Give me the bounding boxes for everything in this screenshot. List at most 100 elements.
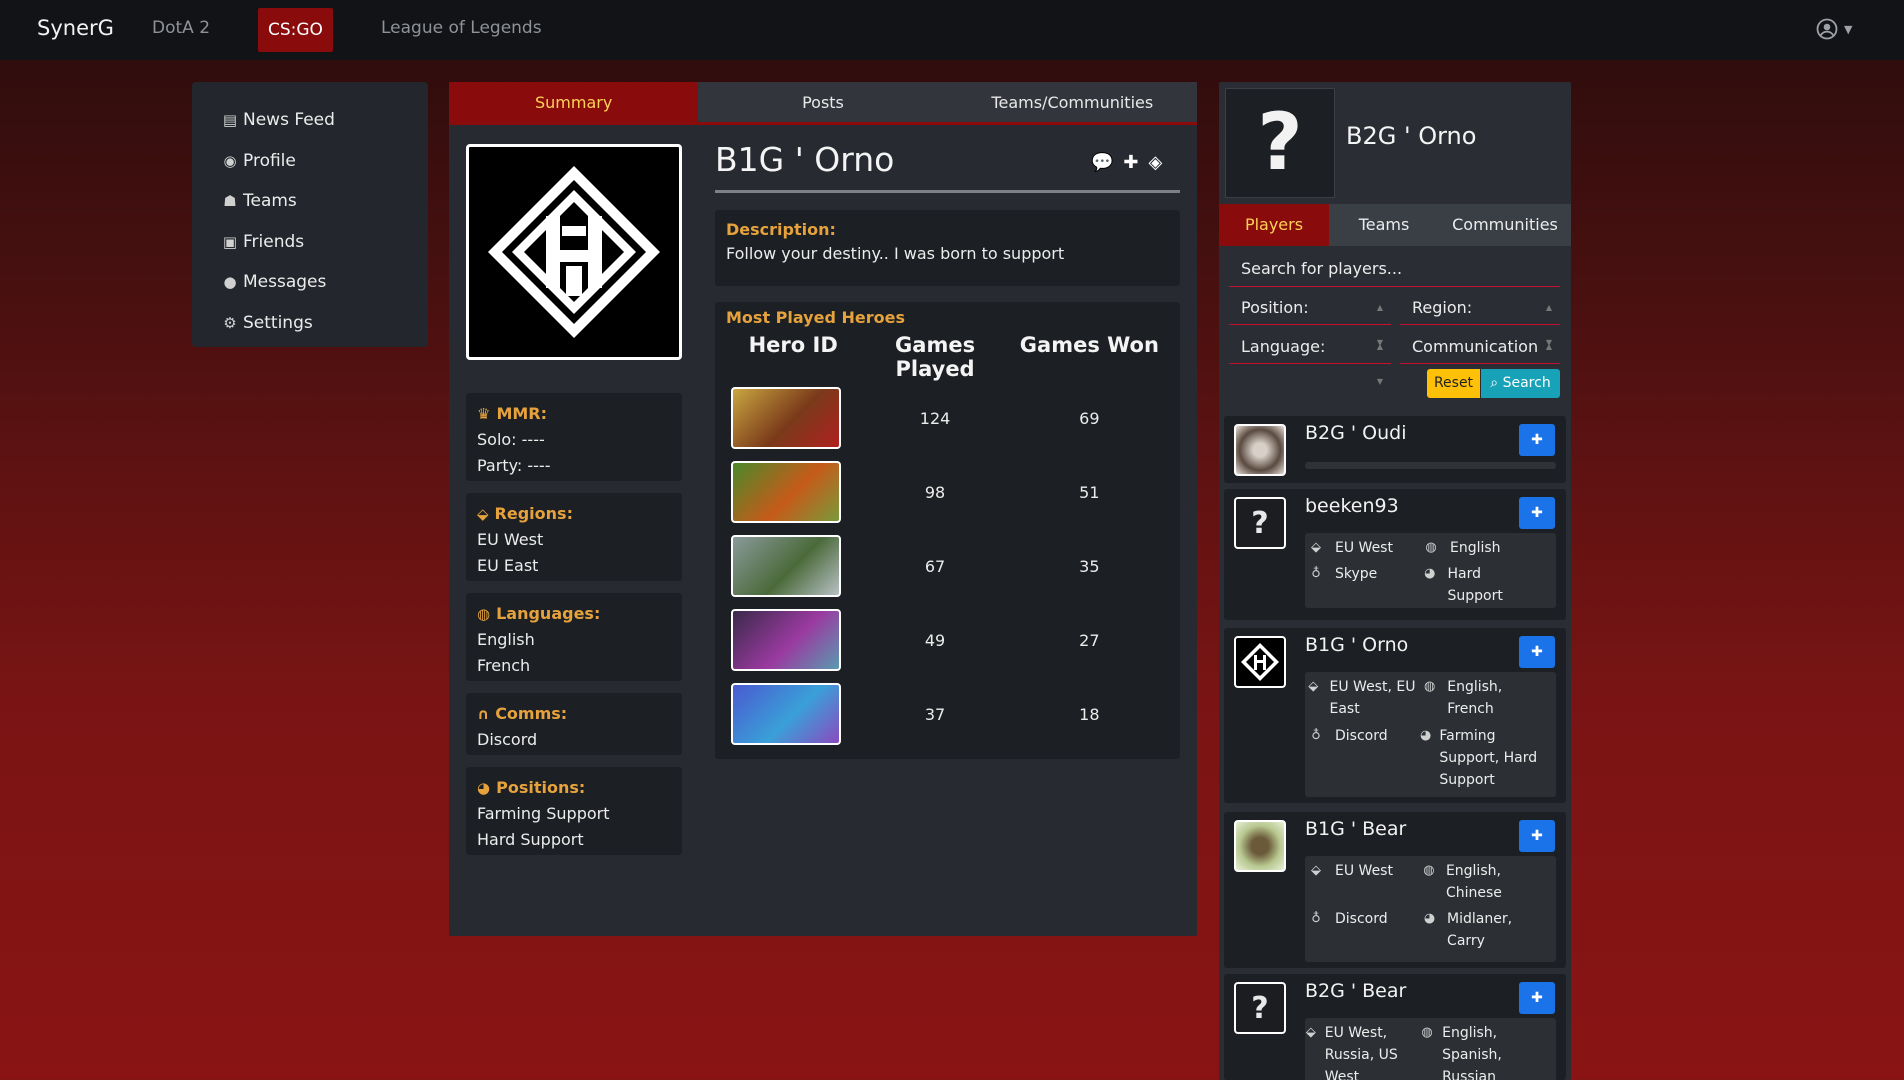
player-card[interactable]: B1G ' Orno ✚ ⬙ EU West, EU East ◍ English,… xyxy=(1224,628,1566,803)
nav-link-csgo[interactable]: CS:GO xyxy=(258,8,333,52)
most-played-heroes-card: Most Played Heroes Hero ID Games Played … xyxy=(715,302,1180,759)
select-arrow-icon: ▲▼ xyxy=(1376,342,1383,386)
add-friend-icon[interactable]: ✚ xyxy=(1123,152,1138,173)
add-friend-button[interactable]: ✚ xyxy=(1519,982,1555,1014)
globe-icon: ◍ xyxy=(1425,540,1437,555)
search-input[interactable]: Search for players... xyxy=(1229,250,1560,287)
microphone-icon: ♁ xyxy=(1311,728,1321,743)
sidebar-item-profile[interactable]: ◉ Profile xyxy=(220,141,428,182)
users-icon: ☗ xyxy=(223,192,237,211)
page-title: B1G ' Orno xyxy=(715,140,895,179)
player-name: beeken93 xyxy=(1305,495,1399,517)
region-item: EU West xyxy=(477,530,544,549)
hero-portrait xyxy=(731,535,841,597)
user-circle-icon: ◉ xyxy=(223,151,237,170)
sidebar-item-teams[interactable]: ☗ Teams xyxy=(220,181,428,222)
player-name: B2G ' Bear xyxy=(1305,980,1407,1002)
sidebar-item-friends[interactable]: ▣ Friends xyxy=(220,222,428,263)
user-plus-icon: ✚ xyxy=(1531,505,1543,521)
position-select[interactable]: Position: ▲ ▼ xyxy=(1229,290,1391,347)
title-divider xyxy=(715,190,1180,193)
sidebar-item-settings[interactable]: ⚙ Settings xyxy=(220,303,428,344)
add-friend-button[interactable]: ✚ xyxy=(1519,497,1555,529)
games-played: 37 xyxy=(924,704,946,724)
headphones-icon: ∩ xyxy=(477,705,490,723)
player-card[interactable]: B1G ' Bear ✚ ⬙ EU West ◍ English, Chinese … xyxy=(1224,812,1566,968)
team-logo-icon xyxy=(476,154,672,350)
hero-portrait xyxy=(731,387,841,449)
brand-logo[interactable]: SynerG xyxy=(37,16,114,40)
pie-chart-icon: ◕ xyxy=(1420,728,1432,743)
microphone-icon: ♁ xyxy=(1311,911,1321,926)
column-header: Games Played xyxy=(895,333,976,381)
globe-icon: ◍ xyxy=(1423,679,1436,694)
region-select[interactable]: Region: ▲ ▼ xyxy=(1400,290,1560,347)
reset-button[interactable]: Reset xyxy=(1427,369,1480,398)
sidebar-item-messages[interactable]: ● Messages xyxy=(220,262,428,303)
profile-actions: 💬 ✚ ◈ xyxy=(1091,152,1162,173)
steam-icon[interactable]: ◈ xyxy=(1149,152,1163,173)
tab-teams-communities[interactable]: Teams/Communities xyxy=(947,82,1197,122)
player-avatar: ? xyxy=(1234,982,1286,1034)
player-card[interactable]: B2G ' Oudi ✚ xyxy=(1224,416,1566,483)
map-marker-icon: ⬙ xyxy=(477,505,489,523)
heroes-table-header: Hero ID Games Played Games Won xyxy=(726,333,1169,381)
comms-card: ∩ Comms: Discord xyxy=(466,693,682,755)
regions-title: ⬙ Regions: xyxy=(477,501,671,527)
team-logo-icon xyxy=(1241,643,1279,681)
games-played: 67 xyxy=(924,556,946,576)
description-label: Description: xyxy=(726,220,836,239)
player-name: B2G ' Oudi xyxy=(1305,422,1407,444)
tab-players[interactable]: Players xyxy=(1219,204,1329,246)
player-details: ⬙ EU West, EU East ◍ English, French ♁ Disc… xyxy=(1305,672,1556,797)
player-details: ⬙ EU West ◍ English ♁ Skype ◕ Hard Support xyxy=(1305,533,1556,608)
games-won: 18 xyxy=(1079,704,1100,724)
add-friend-button[interactable]: ✚ xyxy=(1519,636,1555,668)
player-avatar xyxy=(1234,820,1286,872)
comms-title: ∩ Comms: xyxy=(477,701,671,727)
add-friend-button[interactable]: ✚ xyxy=(1519,820,1555,852)
table-row: 49 27 xyxy=(726,603,1169,677)
language-select[interactable]: Language: ▲ ▼ xyxy=(1229,329,1391,386)
globe-icon: ◍ xyxy=(1421,1025,1433,1040)
message-icon[interactable]: 💬 xyxy=(1091,152,1113,173)
top-navbar: SynerG DotA 2 CS:GO League of Legends ▼ xyxy=(0,0,1904,60)
hero-portrait xyxy=(731,683,841,745)
newspaper-icon: ▤ xyxy=(222,111,238,130)
user-menu[interactable]: ▼ xyxy=(1816,18,1852,40)
tab-communities[interactable]: Communities xyxy=(1439,204,1571,246)
sidebar-item-news-feed[interactable]: ▤ News Feed xyxy=(220,100,428,141)
mmr-solo: Solo: ---- xyxy=(477,430,545,449)
description-text: Follow your destiny.. I was born to supp… xyxy=(726,244,1065,263)
communication-select[interactable]: Communication▲▼ xyxy=(1400,329,1560,386)
player-card[interactable]: ? beeken93 ✚ ⬙ EU West ◍ English ♁ Skype ◕ H… xyxy=(1224,489,1566,620)
languages-card: ◍ Languages: English French xyxy=(466,593,682,681)
sidebar-item-label: Teams xyxy=(243,191,297,212)
player-avatar xyxy=(1234,424,1286,476)
games-won: 69 xyxy=(1079,408,1100,428)
language-item: French xyxy=(477,656,531,675)
map-marker-icon: ⬙ xyxy=(1311,540,1321,555)
player-card[interactable]: ? B2G ' Bear ✚ ⬙ EU West, Russia, US West… xyxy=(1224,974,1566,1080)
tab-teams[interactable]: Teams xyxy=(1329,204,1439,246)
games-played: 98 xyxy=(924,482,946,502)
games-played: 124 xyxy=(919,408,951,428)
player-details: ⬙ EU West, Russia, US West ◍ English, Span… xyxy=(1305,1018,1556,1080)
tab-posts[interactable]: Posts xyxy=(698,82,948,122)
map-marker-icon: ⬙ xyxy=(1305,1025,1316,1040)
tab-summary[interactable]: Summary xyxy=(449,82,699,122)
search-button[interactable]: ⌕ Search xyxy=(1481,369,1560,398)
table-row: 67 35 xyxy=(726,529,1169,603)
profile-avatar xyxy=(466,144,682,360)
add-friend-button[interactable]: ✚ xyxy=(1519,424,1555,456)
pie-chart-icon: ◕ xyxy=(1423,911,1436,926)
search-icon: ⌕ xyxy=(1490,375,1503,391)
games-won: 27 xyxy=(1079,630,1100,650)
pie-chart-icon: ◕ xyxy=(1424,566,1436,581)
sidebar-item-label: Profile xyxy=(243,150,296,171)
player-details: ⬙ EU West ◍ English, Chinese ♁ Discord ◕ Mid… xyxy=(1305,856,1556,962)
nav-link-league-of-legends[interactable]: League of Legends xyxy=(381,18,542,38)
column-header: Hero ID xyxy=(748,333,838,357)
nav-link-dota2[interactable]: DotA 2 xyxy=(152,18,210,38)
profile-tabs: Summary Posts Teams/Communities xyxy=(449,82,1197,125)
